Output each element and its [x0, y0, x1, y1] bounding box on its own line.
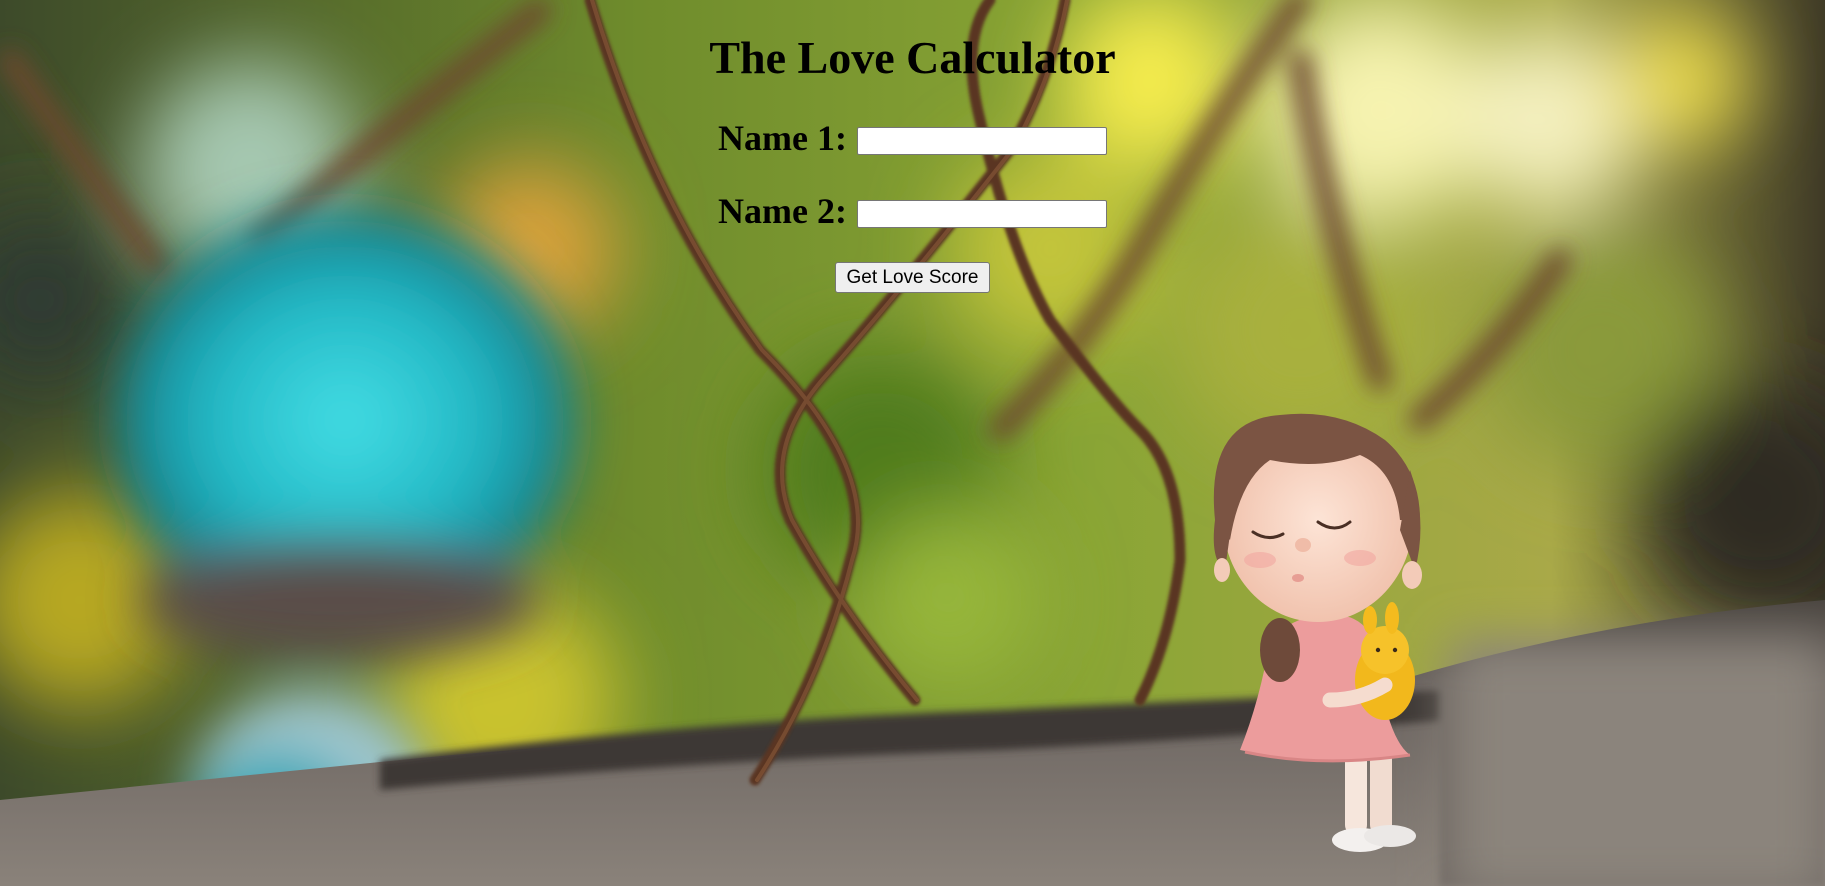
name1-input[interactable]	[856, 127, 1107, 155]
name2-label: Name 2:	[718, 191, 847, 231]
page-title: The Love Calculator	[709, 32, 1116, 83]
submit-row: Get Love Score	[0, 262, 1825, 293]
name2-input[interactable]	[856, 200, 1107, 228]
get-love-score-button[interactable]: Get Love Score	[835, 262, 990, 293]
name2-row: Name 2:	[0, 187, 1825, 235]
name1-row: Name 1:	[0, 114, 1825, 162]
name1-label: Name 1:	[718, 118, 847, 158]
